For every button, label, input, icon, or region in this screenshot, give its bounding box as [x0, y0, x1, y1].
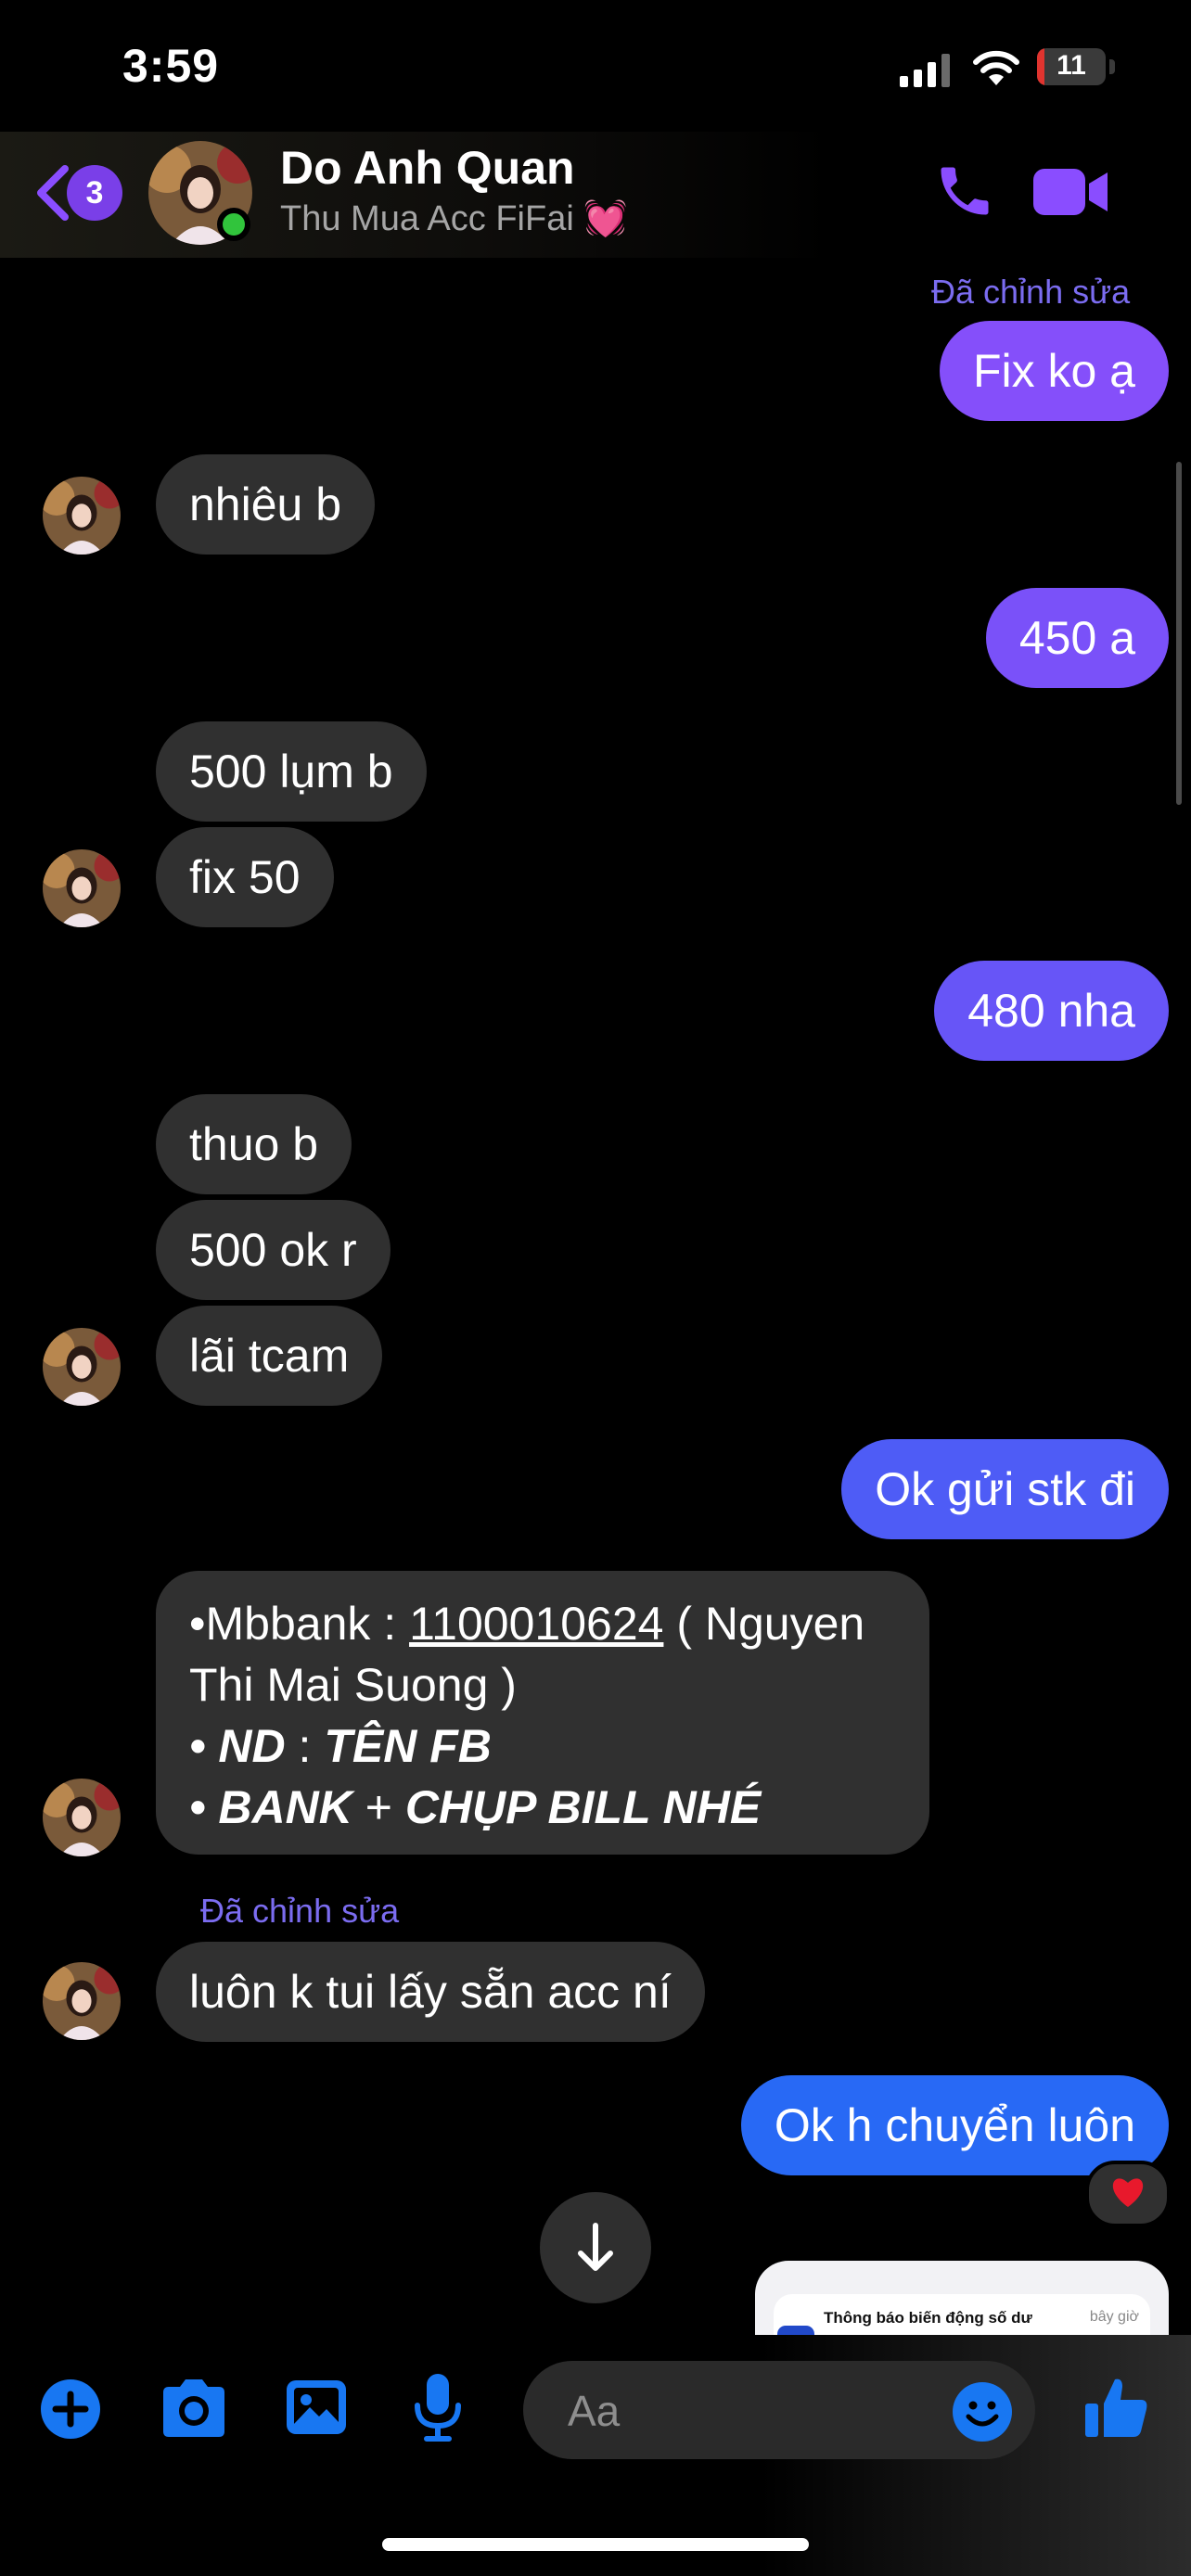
message-incoming[interactable]: nhiêu b	[156, 454, 376, 555]
emoji-icon[interactable]	[952, 2381, 1013, 2442]
preview-time: bây giờ	[1089, 2309, 1139, 2325]
contact-nickname: Thu Mua Acc FiFai 💓	[280, 199, 628, 238]
message-input[interactable]	[566, 2361, 922, 2461]
message-incoming[interactable]: fix 50	[156, 827, 334, 927]
bill-bullet: •	[189, 1781, 219, 1833]
sender-avatar[interactable]	[43, 849, 121, 927]
bank-holder-part1: ( Nguyen	[663, 1598, 865, 1650]
cellular-signal-icon	[900, 54, 950, 87]
edited-label: Đã chỉnh sửa	[200, 1892, 400, 1930]
message-outgoing[interactable]: 480 nha	[934, 961, 1169, 1061]
message-outgoing[interactable]: Ok gửi stk đi	[841, 1439, 1169, 1539]
message-incoming[interactable]: 500 ok r	[156, 1200, 391, 1300]
bank-bill-line: • BANK + CHỤP BILL NHÉ	[189, 1777, 896, 1838]
phone-call-icon[interactable]	[933, 159, 996, 223]
message-incoming[interactable]: thuo b	[156, 1094, 352, 1194]
bill-separator: +	[352, 1781, 405, 1833]
sender-avatar[interactable]	[43, 1328, 121, 1406]
message-composer[interactable]	[523, 2361, 1035, 2461]
home-indicator[interactable]	[382, 2538, 809, 2551]
message-incoming[interactable]: lãi tcam	[156, 1306, 383, 1406]
contact-name[interactable]: Do Anh Quan	[280, 141, 575, 195]
battery-indicator: 11	[1037, 48, 1106, 85]
sender-avatar[interactable]	[43, 477, 121, 555]
unread-count-badge[interactable]: 3	[67, 165, 122, 221]
scrollbar[interactable]	[1176, 462, 1182, 805]
arrow-down-icon	[578, 2223, 613, 2271]
message-incoming[interactable]: 500 lụm b	[156, 721, 427, 822]
battery-tip	[1109, 59, 1115, 74]
gallery-icon[interactable]	[284, 2378, 349, 2437]
online-status-dot	[217, 208, 250, 241]
heart-reaction[interactable]	[1085, 2161, 1171, 2227]
like-thumb-icon[interactable]	[1083, 2374, 1150, 2441]
bank-info-message[interactable]: •Mbbank : 1100010624 ( Nguyen Thi Mai Su…	[156, 1571, 929, 1855]
bank-holder-part2: Thi Mai Suong )	[189, 1659, 517, 1711]
edited-label: Đã chỉnh sửa	[931, 273, 1131, 311]
sender-avatar[interactable]	[43, 1962, 121, 2040]
message-incoming[interactable]: luôn k tui lấy sẵn acc ní	[156, 1942, 705, 2042]
nd-separator: :	[285, 1720, 325, 1772]
message-outgoing[interactable]: Ok h chuyển luôn	[740, 2075, 1169, 2175]
bank-note-line: • ND : TÊN FB	[189, 1715, 896, 1777]
back-chevron-icon[interactable]	[33, 163, 70, 223]
heart-icon	[1112, 2178, 1144, 2207]
status-time: 3:59	[122, 40, 220, 92]
microphone-icon[interactable]	[412, 2372, 464, 2442]
battery-percent: 11	[1057, 50, 1086, 81]
camera-icon[interactable]	[158, 2376, 230, 2439]
sender-avatar[interactable]	[43, 1779, 121, 1856]
nd-bullet: •	[189, 1720, 219, 1772]
preview-title: Thông báo biến động số dư	[824, 2309, 1032, 2327]
video-call-icon[interactable]	[1031, 165, 1109, 219]
message-outgoing[interactable]: Fix ko ạ	[939, 321, 1169, 421]
bank-account-line: •Mbbank : 1100010624 ( Nguyen	[189, 1593, 896, 1654]
message-outgoing[interactable]: 450 a	[985, 588, 1169, 688]
nd-value: TÊN FB	[324, 1720, 492, 1772]
bill-bank: BANK	[218, 1781, 352, 1833]
bank-account-number[interactable]: 1100010624	[409, 1598, 663, 1650]
bank-prefix: •Mbbank :	[189, 1598, 410, 1650]
nd-key: ND	[218, 1720, 286, 1772]
scroll-to-bottom-button[interactable]	[540, 2192, 651, 2303]
plus-icon[interactable]	[39, 2378, 102, 2441]
wifi-icon	[973, 50, 1019, 85]
bill-text: CHỤP BILL NHÉ	[404, 1781, 762, 1833]
